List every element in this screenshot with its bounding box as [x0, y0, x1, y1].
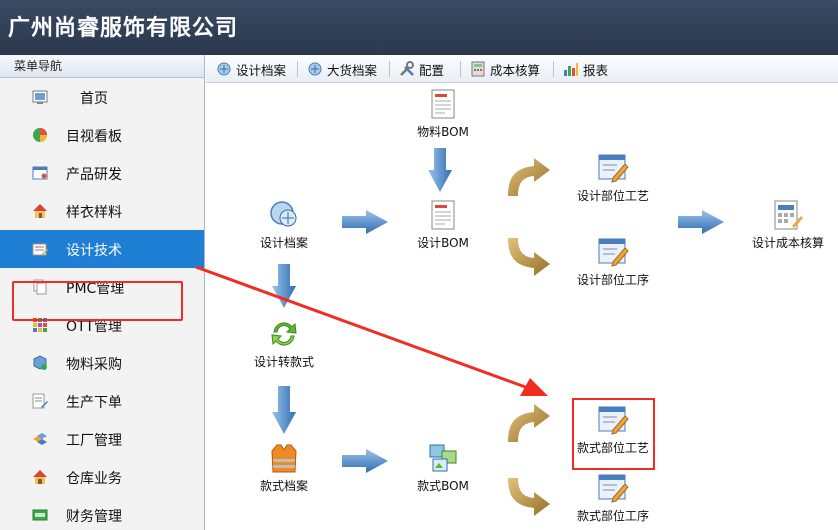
sidebar-item-label: 物料采购 — [66, 357, 122, 373]
toolbar-cost-button[interactable]: 成本核算 — [470, 60, 540, 78]
node-design-bom[interactable]: 设计BOM — [408, 199, 478, 251]
edit-document-icon — [32, 393, 48, 409]
node-style-bom[interactable]: 款式BOM — [408, 442, 478, 494]
window-icon — [32, 166, 48, 180]
sidebar-item-dashboard[interactable]: 目视看板 — [0, 116, 204, 154]
node-label: 款式部位工艺 — [576, 441, 649, 455]
sidebar-item-product-rd[interactable]: 产品研发 — [0, 154, 204, 192]
node-design-archive[interactable]: 设计档案 — [249, 199, 319, 251]
toolbar-label: 设计档案 — [236, 62, 287, 78]
box-cart-icon — [33, 355, 47, 370]
node-design-part-craft[interactable]: 设计部位工艺 — [570, 152, 656, 204]
toolbar-separator — [297, 61, 298, 77]
toolbar-label: 成本核算 — [490, 62, 541, 78]
sidebar-item-label: 产品研发 — [66, 167, 122, 183]
sidebar-item-design-tech[interactable]: 设计技术 — [0, 230, 204, 268]
tools-icon — [400, 61, 414, 76]
nav-list: 首页 目视看板 产品研发 样衣样料 设计技术 PMC管理 OTT管理 物料采购 — [0, 78, 204, 530]
toolbar-label: 报表 — [583, 62, 609, 78]
sidebar-item-label: 财务管理 — [66, 509, 122, 525]
factory-blocks-icon — [33, 433, 47, 445]
warehouse-icon — [33, 470, 47, 484]
pie-chart-icon — [33, 128, 47, 142]
sidebar-item-label: 首页 — [80, 91, 108, 107]
toolbar: 设计档案 大货档案 配置 成本核算 报表 — [206, 55, 838, 83]
toolbar-config-button[interactable]: 配置 — [399, 60, 444, 78]
node-label: 设计BOM — [417, 236, 469, 250]
node-design-part-process[interactable]: 设计部位工序 — [570, 236, 656, 288]
documents-icon — [33, 279, 47, 295]
sidebar-item-label: 目视看板 — [66, 129, 122, 145]
process-edit-icon — [598, 238, 629, 267]
craft-edit-icon — [598, 406, 629, 435]
node-label: 款式档案 — [259, 479, 308, 493]
finance-icon — [32, 509, 48, 521]
sidebar-item-warehouse[interactable]: 仓库业务 — [0, 458, 204, 496]
toolbar-label: 大货档案 — [327, 62, 378, 78]
sidebar-item-samples[interactable]: 样衣样料 — [0, 192, 204, 230]
sidebar-nav: 菜单导航 首页 目视看板 产品研发 样衣样料 设计技术 PMC管理 OTT管理 — [0, 55, 205, 530]
node-style-part-craft[interactable]: 款式部位工艺 — [570, 404, 656, 456]
toolbar-bulk-archive-button[interactable]: 大货档案 — [307, 60, 377, 78]
node-design-to-style[interactable]: 设计转款式 — [249, 318, 319, 370]
sidebar-item-label: PMC管理 — [66, 281, 125, 297]
node-label: 设计部位工艺 — [576, 189, 649, 203]
design-archive-icon — [217, 62, 231, 76]
sidebar-item-factory[interactable]: 工厂管理 — [0, 420, 204, 458]
house-icon — [33, 204, 47, 218]
sidebar-item-label: 设计技术 — [66, 243, 122, 259]
sidebar-item-label: 样衣样料 — [66, 205, 122, 221]
toolbar-separator — [460, 61, 461, 77]
app-title: 广州尚睿服饰有限公司 — [8, 15, 239, 41]
node-label: 设计成本核算 — [751, 236, 824, 250]
sidebar-header: 菜单导航 — [0, 55, 204, 78]
toolbar-label: 配置 — [419, 62, 445, 78]
sidebar-item-purchasing[interactable]: 物料采购 — [0, 344, 204, 382]
title-bar: 广州尚睿服饰有限公司 — [0, 0, 838, 55]
toolbar-separator — [389, 61, 390, 77]
sidebar-item-pmc[interactable]: PMC管理 — [0, 268, 204, 306]
toolbar-design-archive-button[interactable]: 设计档案 — [216, 60, 286, 78]
bom-document-icon — [431, 89, 455, 119]
vest-garment-icon — [271, 444, 297, 473]
node-label: 物料BOM — [417, 125, 469, 139]
style-bom-icon — [429, 444, 457, 472]
sidebar-item-home[interactable]: 首页 — [0, 78, 204, 116]
toolbar-report-button[interactable]: 报表 — [563, 60, 608, 78]
toolbar-separator — [553, 61, 554, 77]
sidebar-item-label: 仓库业务 — [66, 471, 122, 487]
sidebar-item-label: 工厂管理 — [66, 433, 122, 449]
home-screen-icon — [32, 90, 48, 104]
sidebar-item-finance[interactable]: 财务管理 — [0, 496, 204, 530]
process-edit-icon — [598, 474, 629, 503]
bulk-archive-icon — [308, 62, 322, 76]
node-material-bom[interactable]: 物料BOM — [408, 88, 478, 140]
calculator-icon — [471, 61, 485, 77]
design-archive-icon — [270, 201, 297, 227]
node-label: 设计转款式 — [253, 355, 314, 369]
node-label: 设计部位工序 — [576, 273, 649, 287]
bar-chart-icon — [564, 63, 578, 76]
node-design-cost[interactable]: 设计成本核算 — [745, 199, 831, 251]
cost-calculator-icon — [774, 200, 803, 230]
node-style-part-process[interactable]: 款式部位工序 — [570, 472, 656, 524]
color-grid-icon — [33, 318, 47, 332]
sidebar-item-label: 生产下单 — [66, 395, 122, 411]
refresh-convert-icon — [271, 322, 297, 346]
design-tech-icon — [32, 243, 48, 256]
node-label: 款式部位工序 — [576, 509, 649, 523]
bom-document-icon — [431, 200, 455, 230]
sidebar-item-label: OTT管理 — [66, 319, 122, 335]
sidebar-item-production-order[interactable]: 生产下单 — [0, 382, 204, 420]
node-style-archive[interactable]: 款式档案 — [249, 442, 319, 494]
craft-edit-icon — [598, 154, 629, 183]
sidebar-item-ott[interactable]: OTT管理 — [0, 306, 204, 344]
node-label: 设计档案 — [259, 236, 308, 250]
node-label: 款式BOM — [417, 479, 469, 493]
